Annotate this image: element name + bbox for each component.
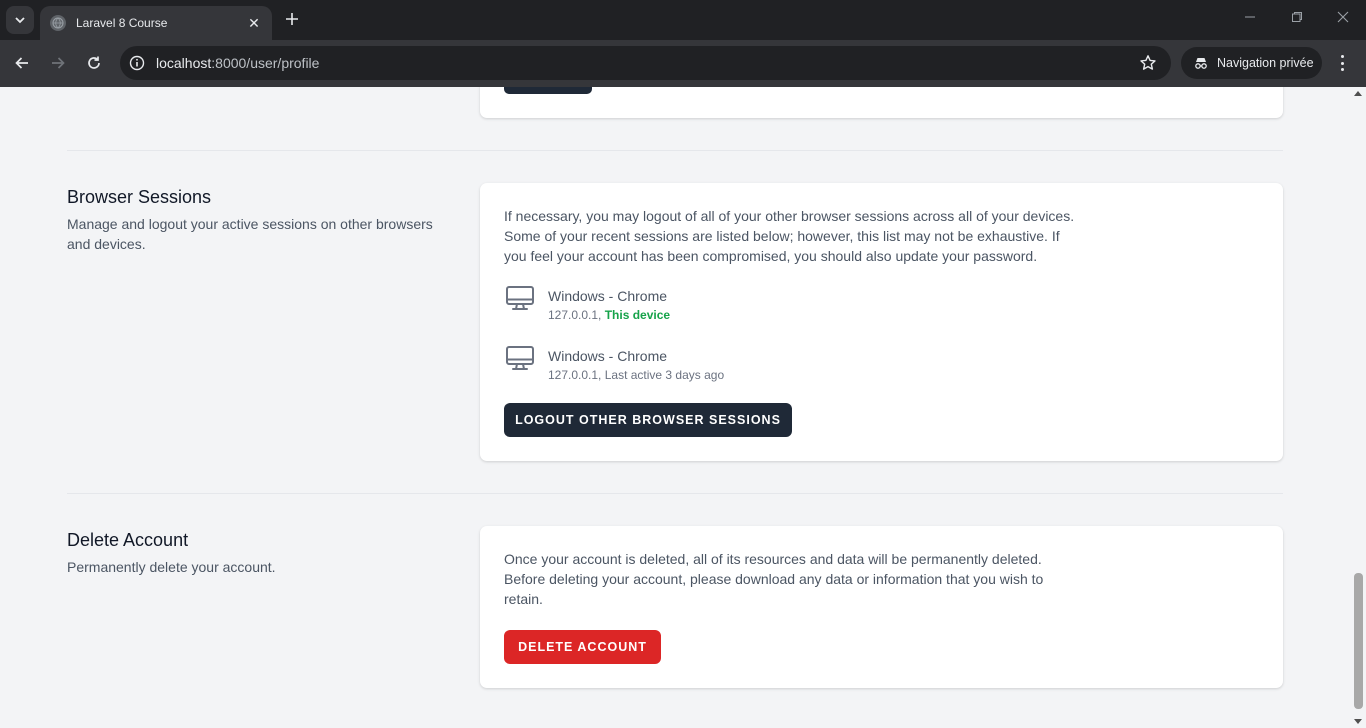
incognito-label: Navigation privée xyxy=(1217,56,1314,70)
section-divider xyxy=(67,493,1283,494)
url-path: :8000/user/profile xyxy=(211,55,320,71)
globe-icon xyxy=(50,15,66,31)
tab-strip: Laravel 8 Course ✕ xyxy=(0,0,1366,40)
last-active-label: Last active 3 days ago xyxy=(604,368,725,382)
session-item: Windows - Chrome 127.0.0.1, This device xyxy=(504,286,670,324)
session-platform: Windows - Chrome xyxy=(548,288,668,304)
browser-toolbar: localhost:8000/user/profile Navigation p… xyxy=(0,40,1366,87)
tab-title: Laravel 8 Course xyxy=(76,16,168,30)
session-ip: 127.0.0.1, xyxy=(548,368,605,382)
desktop-computer-icon xyxy=(506,346,534,370)
incognito-indicator[interactable]: Navigation privée xyxy=(1181,47,1322,79)
back-button[interactable] xyxy=(11,52,33,74)
scroll-down-arrow[interactable] xyxy=(1354,719,1362,724)
close-icon[interactable]: ✕ xyxy=(246,15,262,32)
reload-icon xyxy=(88,56,100,69)
browser-tab[interactable]: Laravel 8 Course ✕ xyxy=(40,6,272,40)
browser-sessions-card: If necessary, you may logout of all of y… xyxy=(480,183,1283,461)
forward-icon xyxy=(52,57,65,69)
this-device-label: This device xyxy=(604,308,671,322)
restore-icon xyxy=(1292,12,1302,22)
session-platform: Windows - Chrome xyxy=(548,348,668,364)
section-divider xyxy=(67,150,1283,151)
close-window-icon xyxy=(1337,11,1349,23)
browser-sessions-title: Browser Sessions xyxy=(67,187,212,207)
page-scrollbar[interactable] xyxy=(1351,87,1366,728)
scroll-up-arrow[interactable] xyxy=(1354,91,1362,96)
plus-icon xyxy=(286,13,298,25)
delete-account-warning: Once your account is deleted, all of its… xyxy=(504,551,1044,607)
delete-account-description: Permanently delete your account. xyxy=(67,559,276,575)
close-window-button[interactable] xyxy=(1333,10,1353,26)
reload-button[interactable] xyxy=(83,52,105,74)
address-bar[interactable]: localhost:8000/user/profile xyxy=(120,46,1171,80)
page-content: Browser Sessions Manage and logout your … xyxy=(0,87,1366,728)
delete-account-title: Delete Account xyxy=(67,530,189,550)
tab-search-button[interactable] xyxy=(6,6,34,34)
delete-account-card: Once your account is deleted, all of its… xyxy=(480,526,1283,688)
new-tab-button[interactable] xyxy=(282,10,302,30)
more-icon[interactable] xyxy=(1338,53,1346,73)
logout-other-sessions-button[interactable]: Logout Other Browser Sessions xyxy=(504,403,792,437)
incognito-icon xyxy=(1195,58,1207,69)
browser-sessions-description: Manage and logout your active sessions o… xyxy=(67,216,433,252)
delete-account-button[interactable]: Delete Account xyxy=(504,630,661,664)
info-icon[interactable] xyxy=(120,46,154,80)
restore-button[interactable] xyxy=(1287,10,1307,26)
session-item: Windows - Chrome 127.0.0.1, Last active … xyxy=(504,346,724,384)
minimize-button[interactable] xyxy=(1240,10,1260,26)
session-ip: 127.0.0.1, xyxy=(548,308,605,322)
scrollbar-thumb[interactable] xyxy=(1354,573,1363,709)
url-text: localhost:8000/user/profile xyxy=(156,55,319,71)
back-icon xyxy=(15,57,28,69)
star-icon[interactable] xyxy=(1139,54,1157,72)
minimize-icon xyxy=(1245,16,1255,18)
previous-section-card xyxy=(480,87,1283,118)
desktop-computer-icon xyxy=(506,286,534,310)
forward-button[interactable] xyxy=(47,52,69,74)
browser-sessions-intro: If necessary, you may logout of all of y… xyxy=(504,208,1075,264)
chevron-down-icon xyxy=(15,17,25,24)
url-host: localhost xyxy=(156,55,212,71)
previous-section-button[interactable] xyxy=(504,87,592,94)
